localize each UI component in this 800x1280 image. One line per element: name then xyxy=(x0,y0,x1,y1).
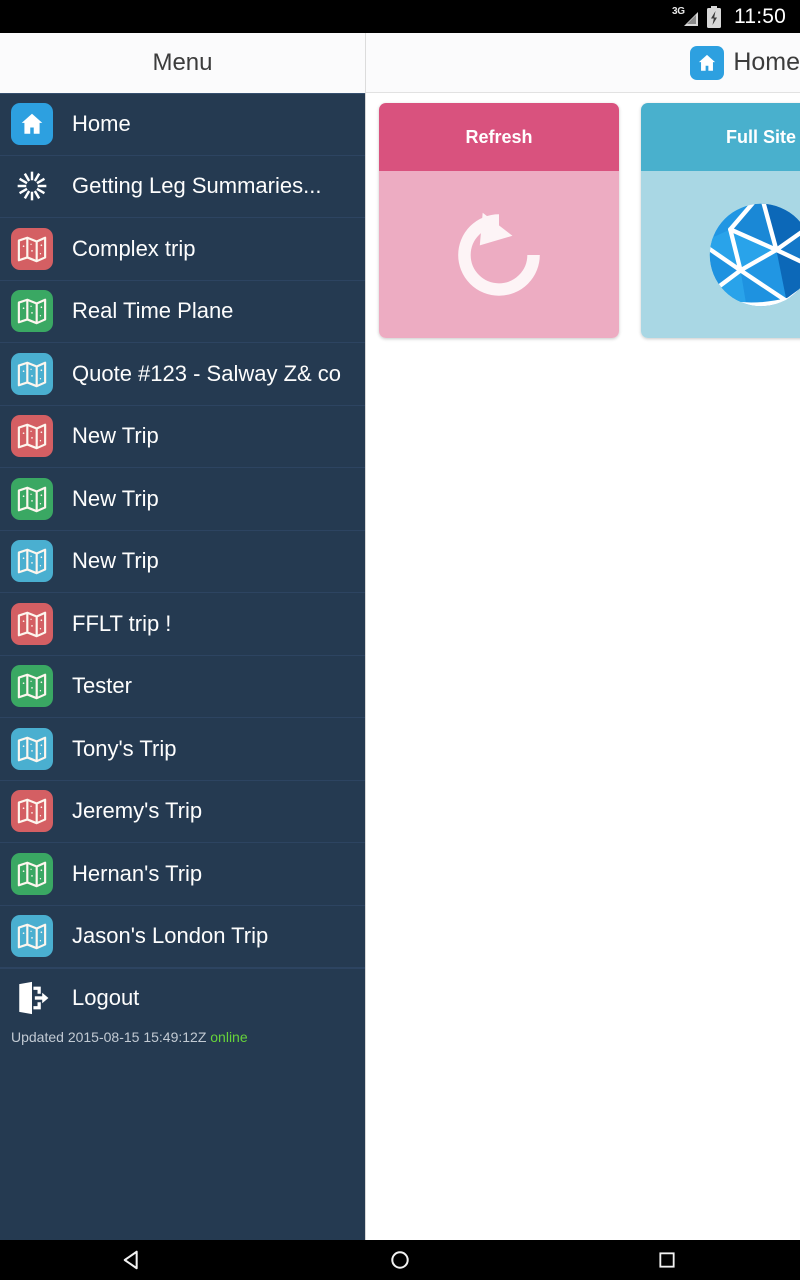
card-title: Refresh xyxy=(379,103,619,171)
sidebar-item-label: Hernan's Trip xyxy=(72,860,203,886)
home-icon xyxy=(11,103,53,146)
updated-timestamp: Updated 2015-08-15 15:49:12Z xyxy=(11,1029,207,1045)
app-screen: 3G 11:50 Menu Home Home Getting Leg Summ… xyxy=(0,0,800,1280)
map-icon xyxy=(11,915,53,958)
sidebar-status: Updated 2015-08-15 15:49:12Z online xyxy=(0,1026,365,1045)
android-nav-bar xyxy=(0,1240,800,1280)
sidebar-item-label: Jason's London Trip xyxy=(72,923,269,949)
sidebar-item-label: New Trip xyxy=(72,485,159,511)
sidebar-item-label: New Trip xyxy=(72,548,159,574)
sidebar-item-12[interactable]: Hernan's Trip xyxy=(0,843,365,906)
sidebar-item-1[interactable]: Getting Leg Summaries... xyxy=(0,156,365,218)
map-icon xyxy=(11,665,53,708)
map-icon xyxy=(11,602,53,645)
sidebar[interactable]: Home Getting Leg Summaries... Complex trip… xyxy=(0,93,366,1240)
sidebar-item-10[interactable]: Tony's Trip xyxy=(0,718,365,781)
top-bars: Menu Home xyxy=(0,33,800,93)
map-icon xyxy=(11,352,53,395)
home-icon xyxy=(690,45,725,80)
sidebar-item-6[interactable]: New Trip xyxy=(0,468,365,531)
nav-home-button[interactable] xyxy=(340,1240,460,1280)
spinner-icon xyxy=(11,165,53,207)
refresh-icon xyxy=(379,171,619,338)
page-title: Home xyxy=(733,48,800,76)
map-icon xyxy=(11,727,53,770)
sidebar-item-4[interactable]: Quote #123 - Salway Z& co xyxy=(0,343,365,406)
map-icon xyxy=(11,290,53,333)
signal-3g-icon: 3G xyxy=(672,6,698,28)
logout-label: Logout xyxy=(72,984,140,1010)
sidebar-item-label: Tester xyxy=(72,673,132,699)
sidebar-item-0[interactable]: Home xyxy=(0,93,365,156)
map-icon xyxy=(11,852,53,895)
clock-label: 11:50 xyxy=(734,4,786,28)
signal-bars-icon xyxy=(684,11,698,26)
page-header: Home xyxy=(366,33,800,93)
sidebar-item-11[interactable]: Jeremy's Trip xyxy=(0,781,365,843)
card-full-site[interactable]: Full Site xyxy=(641,103,800,338)
battery-charging-icon xyxy=(706,5,722,28)
card-title: Full Site xyxy=(641,103,800,171)
square-recents-icon xyxy=(659,1252,675,1268)
connection-status-badge: online xyxy=(210,1029,248,1045)
sidebar-item-label: Home xyxy=(72,111,131,137)
map-icon xyxy=(11,540,53,583)
nav-recents-button[interactable] xyxy=(607,1240,727,1280)
map-icon xyxy=(11,227,53,270)
sidebar-item-3[interactable]: Real Time Plane xyxy=(0,281,365,343)
sidebar-item-label: FFLT trip ! xyxy=(72,610,172,636)
sidebar-item-13[interactable]: Jason's London Trip xyxy=(0,906,365,968)
sidebar-item-logout[interactable]: Logout xyxy=(0,968,365,1026)
sidebar-item-8[interactable]: FFLT trip ! xyxy=(0,593,365,656)
sidebar-item-label: Complex trip xyxy=(72,235,196,261)
map-icon xyxy=(11,477,53,520)
sidebar-item-label: New Trip xyxy=(72,423,159,449)
sidebar-item-7[interactable]: New Trip xyxy=(0,531,365,593)
menu-title: Menu xyxy=(152,49,213,76)
nav-back-button[interactable] xyxy=(73,1240,193,1280)
card-refresh[interactable]: Refresh xyxy=(379,103,619,338)
sidebar-item-label: Real Time Plane xyxy=(72,298,234,324)
globe-icon xyxy=(641,171,800,338)
map-icon xyxy=(11,790,53,833)
card-grid: Refresh Full Site xyxy=(379,103,800,338)
sidebar-item-label: Getting Leg Summaries... xyxy=(72,173,322,199)
sidebar-item-label: Jeremy's Trip xyxy=(72,798,203,824)
sidebar-item-9[interactable]: Tester xyxy=(0,656,365,718)
circle-home-icon xyxy=(391,1251,409,1269)
sidebar-item-5[interactable]: New Trip xyxy=(0,406,365,468)
triangle-back-icon xyxy=(124,1250,139,1270)
sidebar-item-label: Quote #123 - Salway Z& co xyxy=(72,360,342,386)
sidebar-item-label: Tony's Trip xyxy=(72,735,177,761)
menu-header: Menu xyxy=(0,33,366,93)
map-icon xyxy=(11,415,53,458)
sidebar-menu-list: Home Getting Leg Summaries... Complex trip… xyxy=(0,93,365,968)
status-bar: 3G 11:50 xyxy=(0,0,800,33)
logout-icon xyxy=(11,977,53,1019)
main-content: Refresh Full Site xyxy=(366,93,800,1240)
sidebar-item-2[interactable]: Complex trip xyxy=(0,218,365,281)
